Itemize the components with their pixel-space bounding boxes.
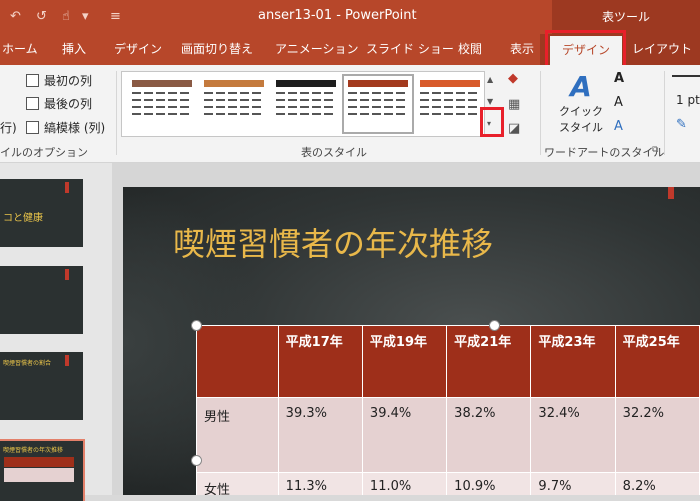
tab-design[interactable]: デザイン — [114, 34, 162, 65]
table-cell[interactable]: 39.3% — [277, 397, 363, 473]
slide-1-title: コと健康 — [3, 213, 43, 224]
pen-weight-value[interactable]: 1 pt — [676, 93, 700, 107]
text-effects-icon[interactable]: A — [614, 119, 623, 134]
resize-handle[interactable] — [191, 455, 202, 466]
table-style-options-group-label: イルのオプション — [0, 146, 88, 159]
dialog-launcher-icon[interactable]: ⧉ — [652, 145, 658, 155]
highlight-box-gallery-more — [480, 107, 504, 137]
title-bar: ↶ ↺ ☝ ▾ ≡ anser13-01 - PowerPoint 表ツール — [0, 0, 700, 34]
first-column-label: 最初の列 — [44, 74, 93, 88]
table-cell[interactable]: 8.2% — [614, 472, 700, 495]
last-column-label: 最後の列 — [44, 97, 93, 111]
slide-thumbnail-4-active[interactable]: 喫煙習慣者の年次推移 — [0, 439, 85, 501]
gallery-scroll-up-icon[interactable]: ▲ — [487, 75, 493, 84]
redo-icon[interactable]: ↺ — [36, 9, 47, 24]
tab-animations[interactable]: アニメーション — [275, 34, 359, 65]
table-style-thumb[interactable] — [276, 80, 336, 128]
first-column-checkbox[interactable] — [26, 74, 39, 87]
slide-4-table-preview-row — [4, 468, 74, 482]
table-header-cell[interactable]: 平成25年 — [614, 325, 700, 398]
slide-thumbnail-1[interactable]: コと健康 — [0, 179, 83, 247]
tab-view[interactable]: 表示 — [510, 34, 534, 65]
wordart-a-icon: A — [570, 70, 592, 103]
text-fill-icon[interactable]: A — [614, 71, 624, 86]
table-header-cell[interactable]: 平成23年 — [530, 325, 616, 398]
resize-handle[interactable] — [191, 320, 202, 331]
text-outline-icon[interactable]: A — [614, 95, 623, 110]
table-cell[interactable]: 10.9% — [446, 472, 532, 495]
shading-icon[interactable]: ◆ — [508, 71, 518, 86]
slide-accent-bar — [668, 187, 674, 199]
qat-dropdown-icon[interactable]: ▾ — [82, 9, 89, 24]
table-style-thumb-selected[interactable] — [342, 74, 414, 134]
group-separator — [116, 71, 117, 155]
table-cell[interactable]: 39.4% — [361, 397, 448, 473]
table-cell[interactable]: 11.0% — [361, 472, 448, 495]
table-cell[interactable]: 9.7% — [530, 472, 616, 495]
table-styles-group-label: 表のスタイル — [301, 146, 367, 159]
wordart-styles-group-label: ワードアートのスタイル — [544, 146, 665, 159]
table-cell[interactable]: 38.2% — [446, 397, 532, 473]
table-row: 男性 39.3% 39.4% 38.2% 32.4% 32.2% — [196, 397, 700, 473]
tab-slideshow[interactable]: スライド ショー — [366, 34, 454, 65]
quick-style-label-2: スタイル — [559, 121, 603, 134]
slide-title[interactable]: 喫煙習慣者の年次推移 — [173, 219, 493, 265]
slide-accent-bar — [65, 182, 69, 193]
last-column-option[interactable]: 最後の列 — [26, 95, 92, 112]
slide-thumbnail-panel: コと健康 喫煙習慣者の割合 喫煙習慣者の年次推移 — [0, 163, 112, 501]
quick-styles-button[interactable]: A クイック スタイル — [555, 71, 607, 135]
undo-icon[interactable]: ↶ — [10, 9, 21, 24]
borders-icon[interactable]: ▦ — [508, 97, 520, 112]
last-column-checkbox[interactable] — [26, 97, 39, 110]
table-cell[interactable]: 女性 — [196, 472, 279, 495]
current-slide[interactable]: 喫煙習慣者の年次推移 平成17年 平成19年 平成21年 平成23年 平成25年… — [123, 187, 700, 495]
tab-transitions[interactable]: 画面切り替え — [181, 34, 253, 65]
slide-accent-bar — [65, 269, 69, 280]
table-style-thumb[interactable] — [420, 80, 480, 128]
tab-insert[interactable]: 挿入 — [62, 34, 86, 65]
table-style-gallery[interactable] — [121, 71, 485, 137]
banded-columns-option[interactable]: 縞模様 (列) — [26, 119, 105, 136]
table-cell[interactable]: 11.3% — [277, 472, 363, 495]
slide-thumbnail-3[interactable]: 喫煙習慣者の割合 — [0, 352, 83, 420]
table-cell[interactable]: 32.2% — [614, 397, 700, 473]
tab-review[interactable]: 校閲 — [458, 34, 482, 65]
banded-columns-checkbox[interactable] — [26, 121, 39, 134]
table-header-cell[interactable] — [196, 325, 279, 398]
pen-color-icon[interactable]: ✎ — [676, 117, 687, 132]
document-title: anser13-01 - PowerPoint — [258, 8, 417, 23]
touch-mode-icon[interactable]: ☝ — [62, 9, 70, 24]
slide-4-table-preview — [4, 457, 74, 467]
table-style-thumb[interactable] — [204, 80, 264, 128]
group-separator — [664, 71, 665, 155]
context-tab-group-label: 表ツール — [552, 0, 700, 34]
slide-thumbnail-2[interactable] — [0, 266, 83, 334]
table-header-cell[interactable]: 平成21年 — [446, 325, 532, 398]
ribbon: 最初の列 最後の列 行) 縞模様 (列) イルのオプション ▲ ▼ ▾ ◆ ▦ — [0, 65, 700, 163]
customize-qat-icon[interactable]: ≡ — [110, 9, 121, 24]
slide-accent-bar — [65, 355, 69, 366]
data-table[interactable]: 平成17年 平成19年 平成21年 平成23年 平成25年 男性 39.3% 3… — [196, 325, 700, 495]
slide-editing-area: 喫煙習慣者の年次推移 平成17年 平成19年 平成21年 平成23年 平成25年… — [112, 163, 700, 495]
effects-icon[interactable]: ◪ — [508, 121, 520, 136]
table-header-row: 平成17年 平成19年 平成21年 平成23年 平成25年 — [196, 325, 700, 398]
tab-table-layout[interactable]: レイアウト — [632, 34, 692, 65]
table-header-cell[interactable]: 平成19年 — [361, 325, 448, 398]
table-style-thumb[interactable] — [132, 80, 192, 128]
resize-handle[interactable] — [489, 320, 500, 331]
quick-style-label-1: クイック — [559, 105, 603, 118]
slide-4-title: 喫煙習慣者の年次推移 — [3, 447, 64, 454]
banded-columns-label: 縞模様 (列) — [44, 121, 106, 135]
table-header-cell[interactable]: 平成17年 — [277, 325, 363, 398]
table-cell[interactable]: 32.4% — [530, 397, 616, 473]
group-separator — [540, 71, 541, 155]
table-cell[interactable]: 男性 — [196, 397, 279, 473]
slide-3-title: 喫煙習慣者の割合 — [3, 360, 52, 367]
tab-home[interactable]: ホーム — [2, 34, 38, 65]
first-column-option[interactable]: 最初の列 — [26, 72, 92, 89]
banded-rows-label: 行) — [0, 121, 17, 135]
gallery-scroll-down-icon[interactable]: ▼ — [487, 97, 493, 106]
pen-style-line[interactable] — [672, 75, 700, 77]
table-row: 女性 11.3% 11.0% 10.9% 9.7% 8.2% — [196, 472, 700, 495]
